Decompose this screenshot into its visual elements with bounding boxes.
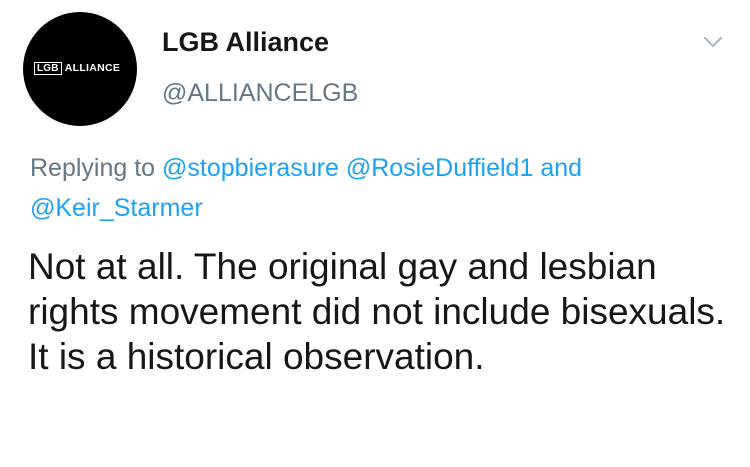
replying-to-line: Replying to @stopbierasure @RosieDuffiel… xyxy=(30,148,730,228)
mention-link[interactable]: @RosieDuffield1 xyxy=(346,154,534,182)
avatar[interactable]: LGB ALLIANCE xyxy=(23,12,137,126)
display-name[interactable]: LGB Alliance xyxy=(162,26,329,58)
replying-to-label: Replying to xyxy=(30,154,156,182)
avatar-logo-box: LGB xyxy=(34,61,62,75)
user-handle[interactable]: @ALLIANCELGB xyxy=(162,77,358,109)
tweet-card: LGB ALLIANCE LGB Alliance @ALLIANCELGB R… xyxy=(0,0,750,467)
avatar-logo: LGB ALLIANCE xyxy=(34,61,120,75)
mention-conjunction[interactable]: and xyxy=(540,154,582,182)
mention-link[interactable]: @stopbierasure xyxy=(162,154,339,182)
mention-link[interactable]: @Keir_Starmer xyxy=(30,194,203,222)
tweet-text: Not at all. The original gay and lesbian… xyxy=(28,246,726,377)
chevron-down-icon[interactable] xyxy=(701,30,725,54)
avatar-logo-word: ALLIANCE xyxy=(64,62,121,74)
